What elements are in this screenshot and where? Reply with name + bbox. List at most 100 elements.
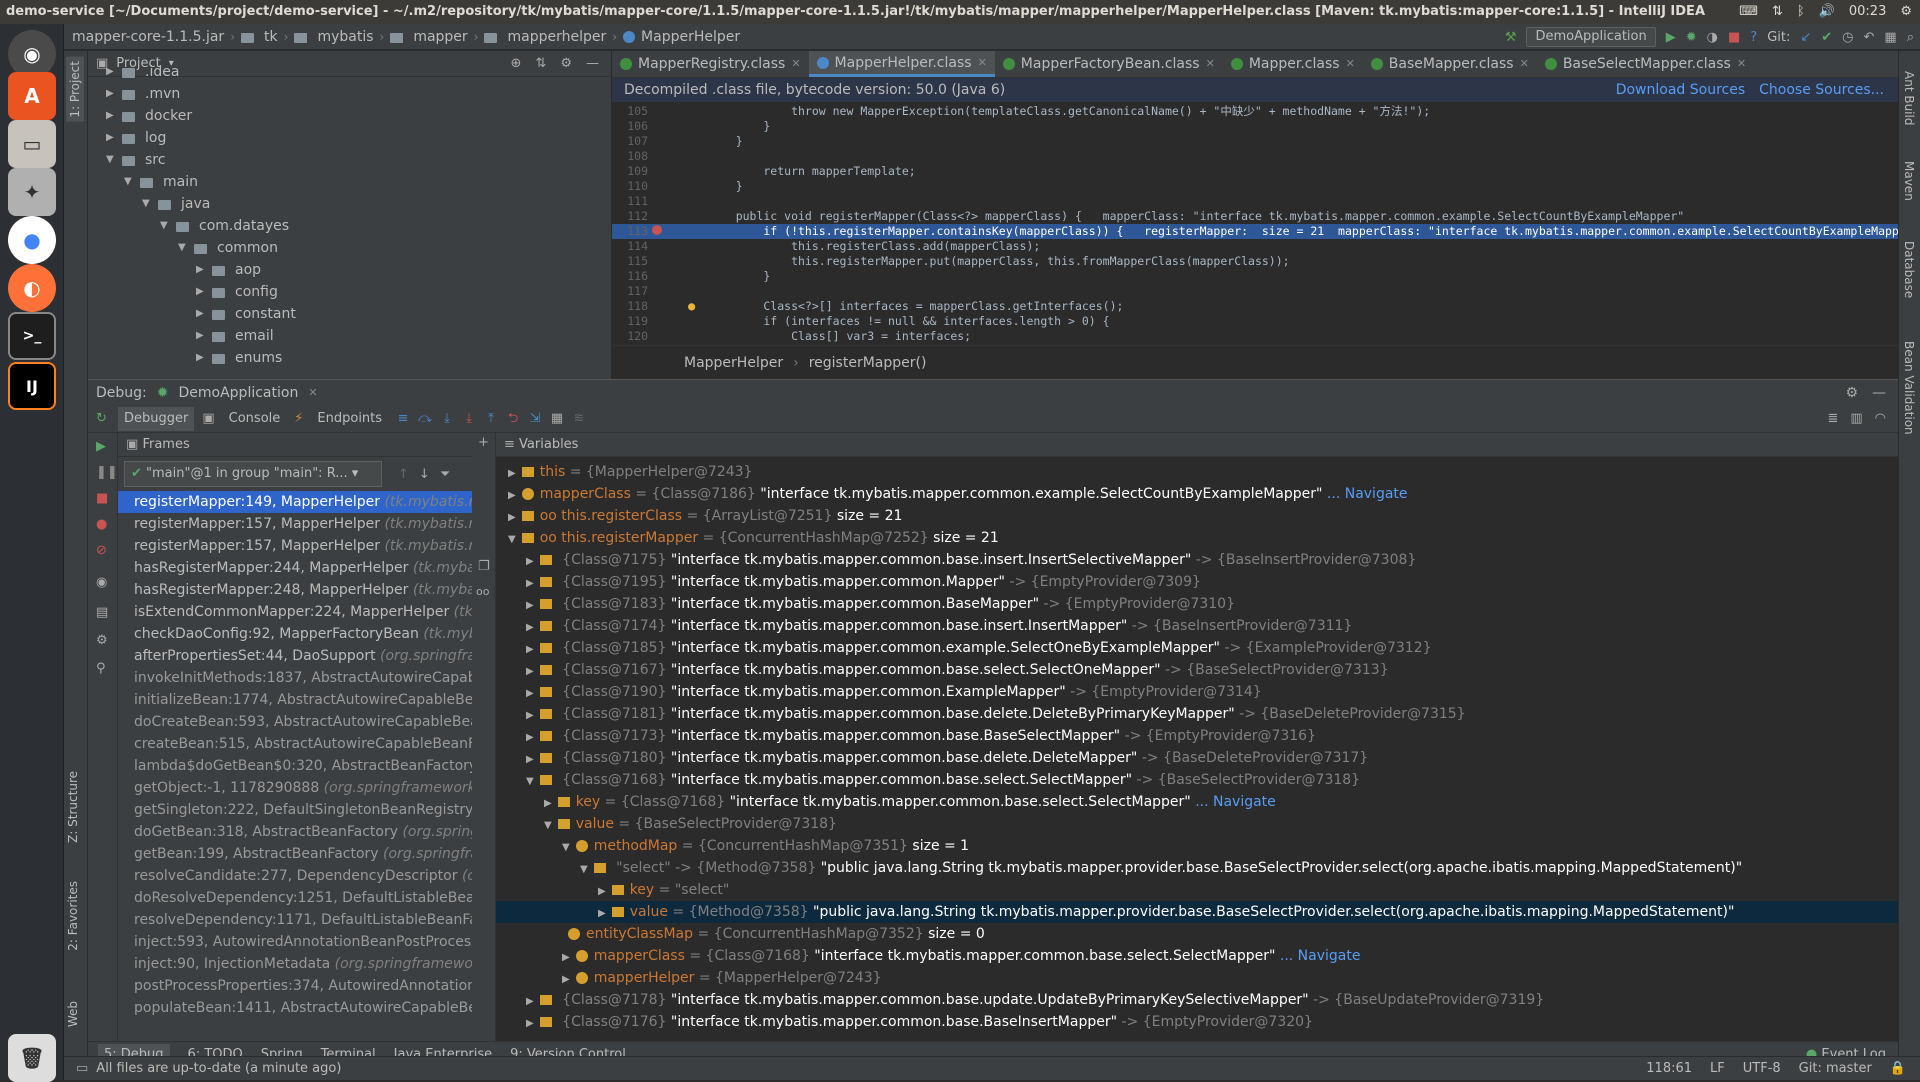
- expand-arrow-icon[interactable]: ▶: [526, 622, 534, 633]
- status-message[interactable]: All files are up-to-date (a minute ago): [96, 1061, 341, 1076]
- code-line[interactable]: 114 this.registerClass.add(mapperClass);: [612, 239, 1898, 254]
- stack-frame[interactable]: invokeInitMethods:1837, AbstractAutowire…: [118, 667, 472, 689]
- expand-arrow-icon[interactable]: ▶: [526, 688, 534, 699]
- layout-icon[interactable]: ▤: [96, 605, 108, 620]
- stack-frame[interactable]: getBean:199, AbstractBeanFactory (org.sp…: [118, 843, 472, 865]
- breadcrumb-jar[interactable]: mapper-core-1.1.5.jar: [72, 29, 224, 45]
- expand-arrow-icon[interactable]: ▶: [106, 105, 116, 127]
- locate-file-icon[interactable]: ⊕: [511, 56, 522, 71]
- expand-arrow-icon[interactable]: ▼: [508, 534, 516, 545]
- stack-frame[interactable]: isExtendCommonMapper:224, MapperHelper (…: [118, 601, 472, 623]
- code-view[interactable]: 105 throw new MapperException(templateCl…: [612, 103, 1898, 345]
- arrow-down-icon[interactable]: ↓: [419, 467, 430, 482]
- expand-arrow-icon[interactable]: ▼: [178, 237, 188, 259]
- tree-item[interactable]: ▼ java: [142, 193, 210, 215]
- expand-arrow-icon[interactable]: ▶: [598, 886, 606, 897]
- expand-arrow-icon[interactable]: ▶: [562, 974, 570, 985]
- close-icon[interactable]: ✕: [1737, 51, 1746, 77]
- code-crumb-class[interactable]: MapperHelper: [684, 355, 783, 371]
- project-structure-icon[interactable]: ▦: [1884, 30, 1896, 45]
- expand-arrow-icon[interactable]: ▶: [526, 1018, 534, 1029]
- tree-item[interactable]: ▶ .idea: [106, 61, 179, 83]
- clock[interactable]: 00:23: [1849, 0, 1886, 24]
- variable-row[interactable]: ▼ oo this.registerMapper = {ConcurrentHas…: [496, 527, 1898, 549]
- variable-row[interactable]: ▼ {Class@7168} "interface tk.mybatis.map…: [496, 769, 1898, 791]
- stack-frame[interactable]: registerMapper:149, MapperHelper (tk.myb…: [118, 491, 472, 513]
- code-line[interactable]: 115 this.registerMapper.put(mapperClass,…: [612, 254, 1898, 269]
- tab-debugger[interactable]: Debugger: [118, 406, 195, 431]
- tool-tab-web[interactable]: Web: [66, 1001, 80, 1027]
- breadcrumb-tk[interactable]: tk: [264, 29, 278, 45]
- volume-icon[interactable]: 🔊: [1819, 0, 1835, 24]
- stack-frame[interactable]: resolveCandidate:277, DependencyDescript…: [118, 865, 472, 887]
- expand-arrow-icon[interactable]: ▶: [526, 666, 534, 677]
- lock-icon[interactable]: 🔒: [1890, 1061, 1906, 1076]
- minimize-icon[interactable]: —: [1872, 385, 1886, 401]
- expand-arrow-icon[interactable]: ▶: [526, 996, 534, 1007]
- stop-icon[interactable]: ■: [96, 491, 108, 506]
- code-line[interactable]: 107 }: [612, 134, 1898, 149]
- variable-row[interactable]: ▶ {Class@7183} "interface tk.mybatis.map…: [496, 593, 1898, 615]
- variable-row[interactable]: entityClassMap = {ConcurrentHashMap@7352…: [496, 923, 1898, 945]
- variable-row[interactable]: ▶ {Class@7175} "interface tk.mybatis.map…: [496, 549, 1898, 571]
- editor-tab[interactable]: BaseSelectMapper.class ✕: [1537, 51, 1754, 77]
- tree-item[interactable]: ▶ config: [196, 281, 278, 303]
- expand-arrow-icon[interactable]: ▶: [508, 512, 516, 523]
- expand-arrow-icon[interactable]: ▶: [562, 952, 570, 963]
- evaluate-expression-icon[interactable]: ▦: [550, 411, 564, 426]
- search-everywhere-icon[interactable]: ⌕: [1907, 30, 1914, 45]
- navigate-link[interactable]: ... Navigate: [1280, 948, 1361, 964]
- tool-tab-favorites[interactable]: 2: Favorites: [66, 881, 80, 951]
- trash-icon[interactable]: 🗑: [8, 1034, 56, 1082]
- tree-item[interactable]: ▶ constant: [196, 303, 296, 325]
- expand-arrow-icon[interactable]: ▼: [160, 215, 170, 237]
- tree-item[interactable]: ▼ common: [178, 237, 278, 259]
- variable-row[interactable]: ▶ key = "select": [496, 879, 1898, 901]
- stack-frame[interactable]: doGetBean:318, AbstractBeanFactory (org.…: [118, 821, 472, 843]
- stack-frame[interactable]: getObject:-1, 1178290888 (org.springfram…: [118, 777, 472, 799]
- close-icon[interactable]: ✕: [978, 51, 987, 76]
- code-line[interactable]: 111: [612, 194, 1898, 209]
- variable-row[interactable]: ▶ {Class@7178} "interface tk.mybatis.map…: [496, 989, 1898, 1011]
- memory-icon[interactable]: ◠: [1875, 411, 1886, 426]
- tool-tab-project[interactable]: 1: Project: [66, 57, 84, 122]
- editor-tab[interactable]: MapperRegistry.class ✕: [612, 51, 809, 77]
- file-encoding[interactable]: UTF-8: [1743, 1061, 1781, 1076]
- variable-row[interactable]: ▶ mapperClass = {Class@7168} "interface t…: [496, 945, 1898, 967]
- stack-frame[interactable]: afterPropertiesSet:44, DaoSupport (org.s…: [118, 645, 472, 667]
- expand-arrow-icon[interactable]: ▶: [544, 798, 552, 809]
- status-icon[interactable]: ▭: [76, 1061, 88, 1076]
- watches-icon[interactable]: oo: [476, 585, 489, 598]
- expand-arrow-icon[interactable]: ▶: [196, 347, 206, 369]
- dash-home-icon[interactable]: ◉: [8, 30, 56, 78]
- editor-tab[interactable]: Mapper.class ✕: [1223, 51, 1363, 77]
- stack-frame[interactable]: hasRegisterMapper:244, MapperHelper (tk.…: [118, 557, 472, 579]
- tree-item[interactable]: ▶ log: [106, 127, 166, 149]
- variable-row[interactable]: ▼ methodMap = {ConcurrentHashMap@7351} si…: [496, 835, 1898, 857]
- variable-row[interactable]: ▶ {Class@7174} "interface tk.mybatis.map…: [496, 615, 1898, 637]
- tool-tab-maven[interactable]: Maven: [1902, 161, 1916, 201]
- editor-tab[interactable]: BaseMapper.class ✕: [1363, 51, 1537, 77]
- git-history-icon[interactable]: ◷: [1842, 30, 1853, 45]
- stack-frame[interactable]: registerMapper:157, MapperHelper (tk.myb…: [118, 513, 472, 535]
- pause-icon[interactable]: ❚❚: [96, 465, 118, 480]
- download-sources-link[interactable]: Download Sources: [1616, 82, 1745, 98]
- trace-stream-icon[interactable]: ≋: [572, 411, 586, 426]
- view-breakpoints-icon[interactable]: ●: [96, 517, 107, 532]
- minimize-icon[interactable]: —: [586, 56, 599, 71]
- settings-gear-icon[interactable]: ⚙: [1900, 0, 1912, 24]
- expand-arrow-icon[interactable]: ▶: [526, 710, 534, 721]
- code-crumb-method[interactable]: registerMapper(): [809, 355, 927, 371]
- tree-item[interactable]: ▶ docker: [106, 105, 192, 127]
- variable-row[interactable]: ▶ mapperClass = {Class@7186} "interface t…: [496, 483, 1898, 505]
- filter-icon[interactable]: ⏷: [440, 467, 450, 482]
- expand-arrow-icon[interactable]: ▶: [526, 556, 534, 567]
- stack-frame[interactable]: doCreateBean:593, AbstractAutowireCapabl…: [118, 711, 472, 733]
- coverage-icon[interactable]: ◑: [1707, 30, 1718, 45]
- stop-icon[interactable]: ■: [1728, 30, 1740, 45]
- firefox-icon[interactable]: ◐: [8, 264, 56, 312]
- stack-frame[interactable]: populateBean:1411, AbstractAutowireCapab…: [118, 997, 472, 1019]
- debug-session-tab[interactable]: DemoApplication: [179, 385, 299, 401]
- close-icon[interactable]: ✕: [308, 386, 317, 399]
- variable-row[interactable]: ▶ oo this.registerClass = {ArrayList@7251…: [496, 505, 1898, 527]
